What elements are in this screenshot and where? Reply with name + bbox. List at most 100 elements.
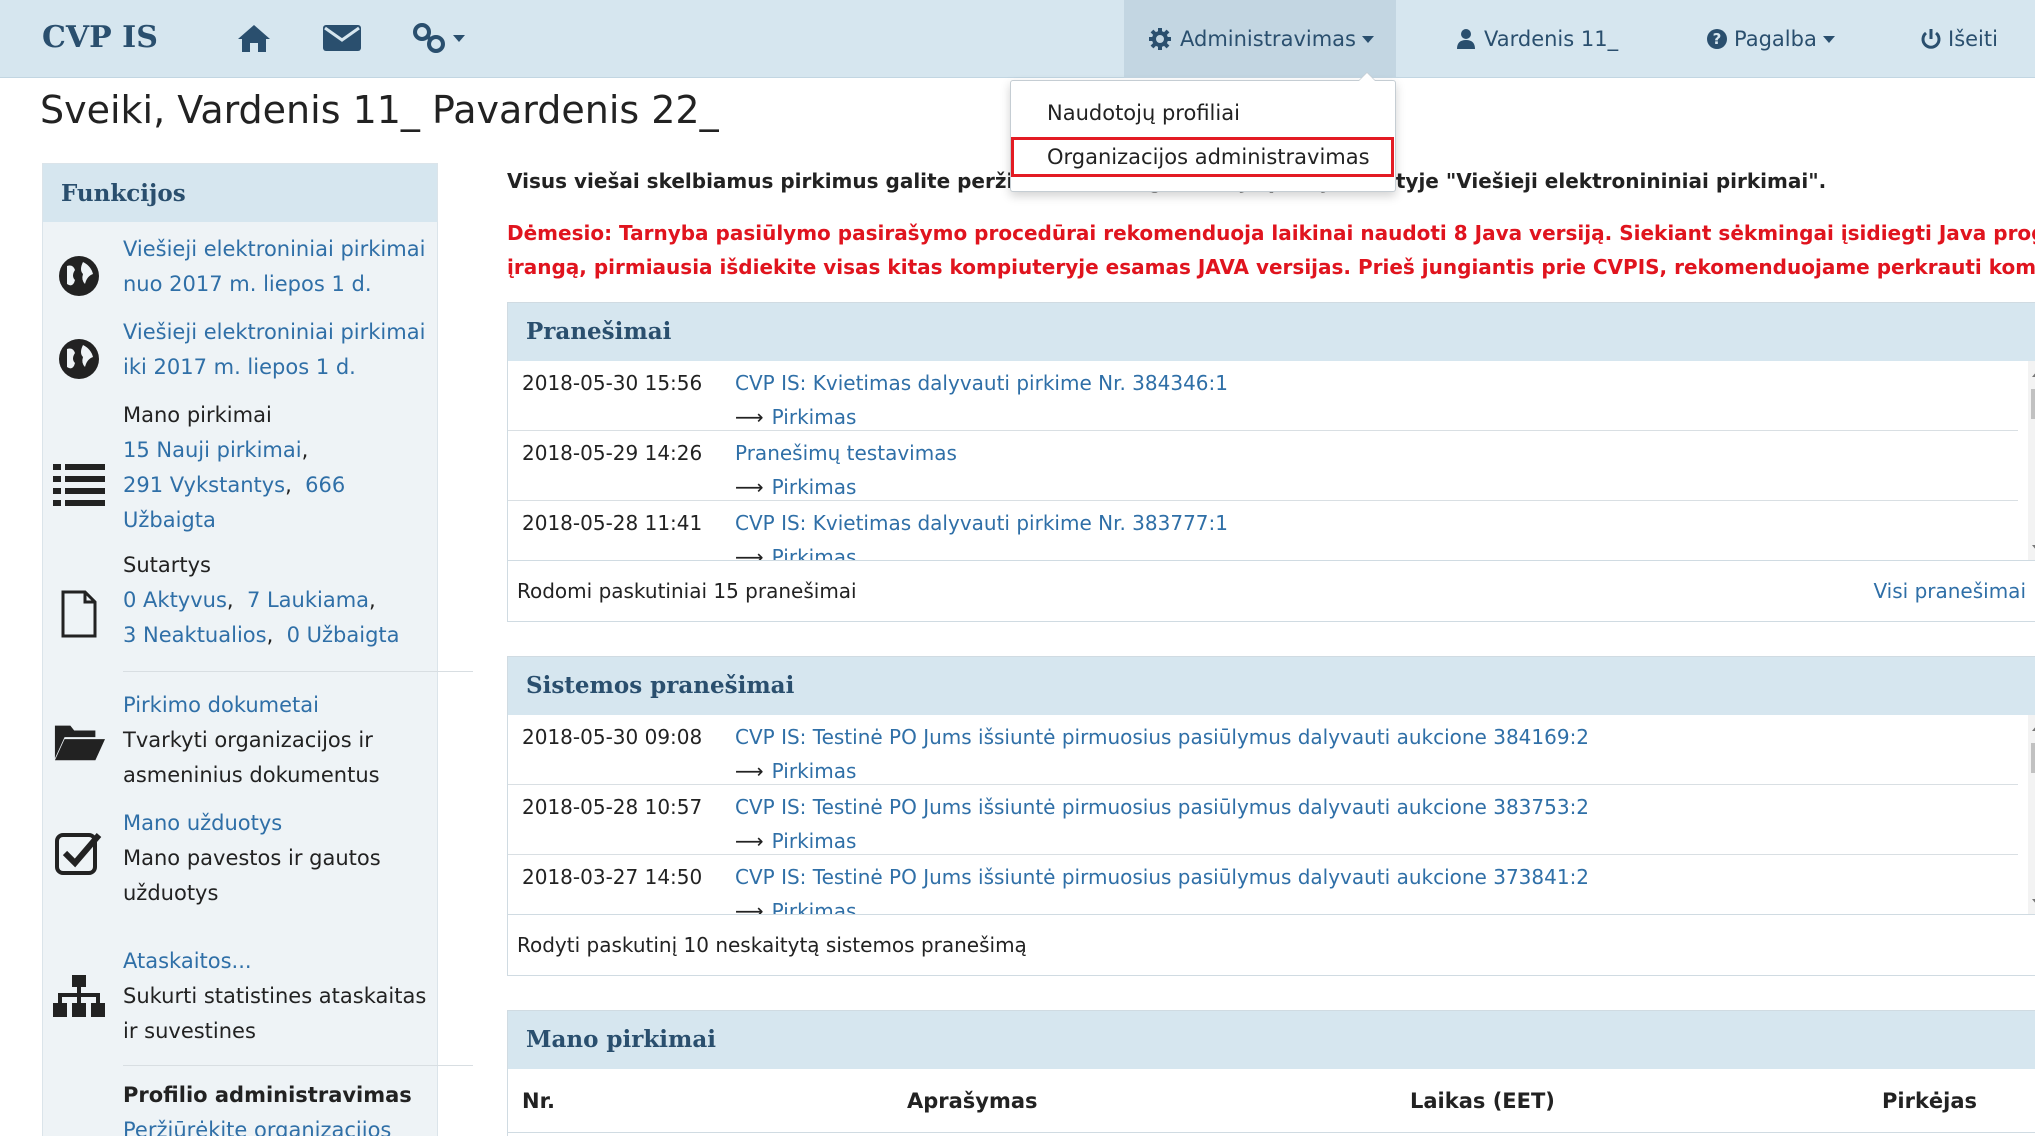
system-message-title-link[interactable]: CVP IS: Testinė PO Jums išsiuntė pirmuos…: [735, 795, 1589, 819]
link-new-purchases[interactable]: 15 Nauji pirkimai: [123, 438, 302, 462]
nav-user-label: Vardenis 11_: [1484, 27, 1619, 51]
column-header-nr[interactable]: Nr.: [522, 1089, 555, 1113]
system-message-sub: ⟶ Pirkimas: [735, 899, 857, 915]
link-contracts-inactive[interactable]: 3 Neaktualios: [123, 623, 267, 647]
system-messages-scrollbar[interactable]: [2028, 715, 2035, 914]
globe-icon: [53, 250, 105, 302]
link-contracts-finished[interactable]: 0 Užbaigta: [287, 623, 400, 647]
system-messages-panel-title: Sistemos pranešimai: [508, 657, 2035, 715]
system-message-row: 2018-05-28 10:57 CVP IS: Testinė PO Jums…: [508, 785, 2018, 855]
system-message-sub: ⟶ Pirkimas: [735, 759, 856, 783]
sidebar-link-public-new-line2[interactable]: nuo 2017 m. liepos 1 d.: [123, 267, 433, 302]
message-title-link[interactable]: Pranešimų testavimas: [735, 441, 957, 465]
messages-footer: Rodomi paskutiniai 15 pranešimai Visi pr…: [508, 561, 2035, 621]
message-sub-link[interactable]: Pirkimas: [772, 405, 857, 429]
link-profile[interactable]: Peržiūrėkite organizacijos: [123, 1113, 433, 1136]
my-purchases-panel-title: Mano pirkimai: [508, 1011, 2035, 1069]
message-row: 2018-05-30 15:56 CVP IS: Kvietimas dalyv…: [508, 361, 2018, 431]
message-sub-link[interactable]: Pirkimas: [772, 545, 857, 560]
link-tasks[interactable]: Mano užduotys: [123, 806, 433, 841]
nav-administravimas[interactable]: Administravimas: [1124, 0, 1396, 78]
link-finished-purchases[interactable]: Užbaigta: [123, 503, 433, 538]
profile-admin-title: Profilio administravimas: [123, 1083, 412, 1107]
brand-logo[interactable]: CVP IS: [42, 20, 158, 55]
nav-help[interactable]: ? Pagalba: [1706, 0, 1835, 78]
reports-desc-line1: Sukurti statistines ataskaitas: [123, 984, 427, 1008]
sidebar-link-public-old-line2[interactable]: iki 2017 m. liepos 1 d.: [123, 350, 433, 385]
arrow-right-icon: ⟶: [735, 759, 764, 783]
link-contracts-active[interactable]: 0 Aktyvus: [123, 588, 227, 612]
system-message-sub-link[interactable]: Pirkimas: [772, 899, 857, 914]
message-row: 2018-05-29 14:26 Pranešimų testavimas ⟶ P…: [508, 431, 2018, 501]
sidebar-title: Funkcijos: [43, 164, 437, 222]
checkbox-checked-icon: [53, 826, 105, 878]
tasks-desc-line1: Mano pavestos ir gautos: [123, 846, 381, 870]
system-message-title-link[interactable]: CVP IS: Testinė PO Jums išsiuntė pirmuos…: [735, 725, 1589, 749]
system-messages-footer-text: Rodyti paskutinį 10 neskaitytą sistemos …: [517, 933, 1027, 957]
nav-help-label: Pagalba: [1734, 27, 1817, 51]
system-message-sub: ⟶ Pirkimas: [735, 829, 856, 853]
top-navbar: CVP IS Administravimas Vardenis 11_ ? Pa…: [0, 0, 2035, 78]
message-title-link[interactable]: CVP IS: Kvietimas dalyvauti pirkime Nr. …: [735, 511, 1228, 535]
chevron-down-icon: [1361, 35, 1374, 43]
link-finished-count[interactable]: 666: [305, 473, 345, 497]
file-icon: [53, 588, 105, 640]
message-title-link[interactable]: CVP IS: Kvietimas dalyvauti pirkime Nr. …: [735, 371, 1228, 395]
system-message-date: 2018-03-27 14:50: [522, 865, 703, 889]
link-documents[interactable]: Pirkimo dokumetai: [123, 688, 433, 723]
arrow-right-icon: ⟶: [735, 899, 764, 915]
envelope-icon[interactable]: [320, 18, 364, 58]
globe-icon: [53, 333, 105, 385]
chevron-down-icon: [1822, 35, 1835, 43]
scroll-thumb[interactable]: [2031, 389, 2035, 419]
documents-desc-line1: Tvarkyti organizacijos ir: [123, 728, 373, 752]
home-icon[interactable]: [232, 18, 276, 58]
system-message-title-link[interactable]: CVP IS: Testinė PO Jums išsiuntė pirmuos…: [735, 865, 1589, 889]
tasks-desc-line2: užduotys: [123, 881, 219, 905]
nav-user[interactable]: Vardenis 11_: [1456, 0, 1618, 78]
system-message-sub-link[interactable]: Pirkimas: [772, 759, 857, 783]
menu-item-user-profiles[interactable]: Naudotojų profiliai: [1011, 93, 1395, 133]
messages-footer-text: Rodomi paskutiniai 15 pranešimai: [517, 579, 857, 603]
arrow-right-icon: ⟶: [735, 475, 764, 499]
sitemap-icon: [53, 972, 105, 1024]
link-contracts-waiting[interactable]: 7 Laukiama: [247, 588, 369, 612]
nav-logout-label: Išeiti: [1948, 27, 1998, 51]
menu-item-organization-admin[interactable]: Organizacijos administravimas: [1011, 137, 1394, 177]
nav-logout[interactable]: Išeiti: [1920, 0, 1998, 78]
system-message-row: 2018-05-30 09:08 CVP IS: Testinė PO Jums…: [508, 715, 2018, 785]
messages-list[interactable]: 2018-05-30 15:56 CVP IS: Kvietimas dalyv…: [508, 361, 2035, 561]
link-icon[interactable]: [408, 18, 468, 58]
page: CVP IS Administravimas Vardenis 11_ ? Pa…: [0, 0, 2035, 1136]
sidebar-link-public-old-line1[interactable]: Viešieji elektroniniai pirkimai: [123, 315, 433, 350]
gear-icon: [1149, 28, 1171, 50]
message-sub-link[interactable]: Pirkimas: [772, 475, 857, 499]
documents-desc-line2: asmeninius dokumentus: [123, 763, 380, 787]
column-header-buyer[interactable]: Pirkėjas: [1882, 1089, 1977, 1113]
java-warning-line2: įrangą, pirmiausia išdiekite visas kitas…: [507, 255, 2035, 279]
scroll-thumb[interactable]: [2031, 743, 2035, 773]
messages-panel: Pranešimai 2018-05-30 15:56 CVP IS: Kvie…: [507, 302, 2035, 622]
folder-open-icon: [53, 716, 105, 768]
messages-scrollbar[interactable]: [2028, 361, 2035, 560]
java-warning-line1: Dėmesio: Tarnyba pasiūlymo pasirašymo pr…: [507, 221, 2035, 245]
system-message-sub-link[interactable]: Pirkimas: [772, 829, 857, 853]
link-active-purchases[interactable]: 291 Vykstantys: [123, 473, 285, 497]
message-date: 2018-05-29 14:26: [522, 441, 703, 465]
reports-desc-line2: ir suvestines: [123, 1019, 256, 1043]
java-warning-notice: Dėmesio: Tarnyba pasiūlymo pasirašymo pr…: [507, 216, 2035, 284]
link-reports[interactable]: Ataskaitos...: [123, 944, 433, 979]
column-header-description[interactable]: Aprašymas: [907, 1089, 1038, 1113]
nav-admin-label: Administravimas: [1180, 27, 1356, 51]
sidebar-my-purchases-title: Mano pirkimai: [123, 403, 272, 427]
admin-dropdown-menu: Naudotojų profiliai Organizacijos admini…: [1010, 72, 1396, 192]
sidebar-link-public-new-line1[interactable]: Viešieji elektroniniai pirkimai: [123, 232, 433, 267]
system-message-row: 2018-03-27 14:50 CVP IS: Testinė PO Jums…: [508, 855, 2018, 915]
power-icon: [1921, 29, 1941, 49]
greeting-title: Sveiki, Vardenis 11_ Pavardenis 22_: [40, 88, 719, 132]
system-messages-list[interactable]: 2018-05-30 09:08 CVP IS: Testinė PO Jums…: [508, 715, 2035, 915]
sidebar-divider: [123, 1065, 473, 1066]
column-header-time[interactable]: Laikas (EET): [1410, 1089, 1555, 1113]
my-purchases-panel: Mano pirkimai Nr. Aprašymas Laikas (EET)…: [507, 1010, 2035, 1136]
all-messages-link[interactable]: Visi pranešimai: [1873, 579, 2026, 603]
